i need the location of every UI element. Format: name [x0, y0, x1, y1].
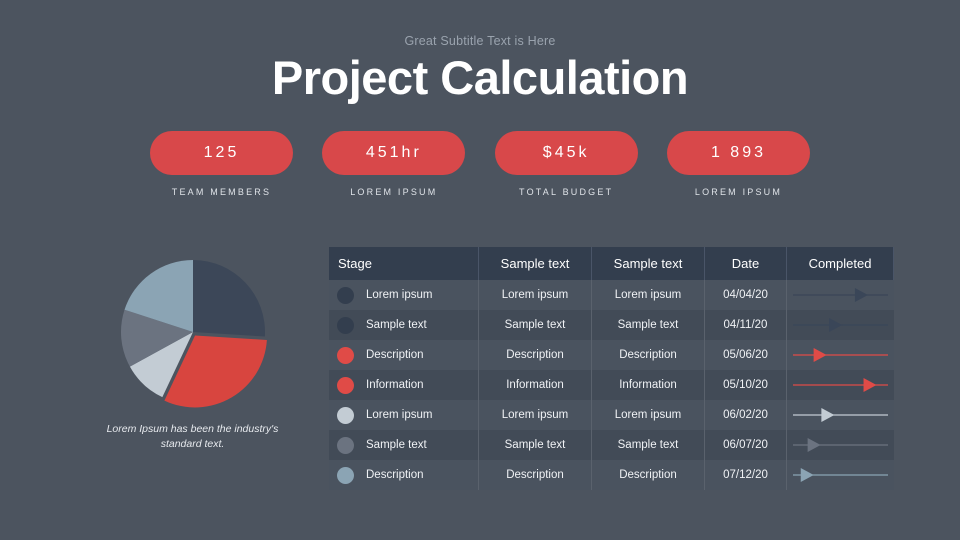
sample-text-cell-1: Lorem ipsum: [479, 400, 592, 430]
completed-cell[interactable]: [787, 340, 894, 370]
pie-caption: Lorem Ipsum has been the industry's stan…: [106, 423, 279, 451]
kpi-label: TEAM MEMBERS: [171, 187, 272, 197]
kpi-card: 451hr LOREM IPSUM: [322, 131, 466, 197]
date-cell: 04/04/20: [705, 280, 787, 310]
table-row[interactable]: Description Description Description 07/12/2…: [329, 460, 894, 490]
stage-cell: Sample text: [329, 430, 479, 460]
sample-text-cell-2: Description: [592, 460, 705, 490]
table-row[interactable]: Information Information Information 05/10/2…: [329, 370, 894, 400]
sample-text-cell-1: Description: [479, 340, 592, 370]
stage-label: Description: [366, 469, 424, 481]
status-dot: [337, 436, 354, 454]
sample-text-cell-2: Lorem ipsum: [592, 400, 705, 430]
date-cell: 05/10/20: [705, 370, 787, 400]
completed-cell[interactable]: [787, 430, 894, 460]
progress-arrow-icon: [793, 408, 888, 422]
table-row[interactable]: Lorem ipsum Lorem ipsum Lorem ipsum 04/04/2…: [329, 280, 894, 310]
stage-label: Lorem ipsum: [366, 289, 433, 301]
sample-text-cell-1: Description: [479, 460, 592, 490]
column-header[interactable]: Date: [705, 247, 787, 280]
column-header[interactable]: Stage: [329, 247, 479, 280]
column-header[interactable]: Sample text: [479, 247, 592, 280]
kpi-card: 1 893 LOREM IPSUM: [666, 131, 810, 197]
stage-cell: Lorem ipsum: [329, 400, 479, 430]
kpi-value-pill[interactable]: 1 893: [666, 131, 810, 175]
stage-cell: Description: [329, 460, 479, 490]
sample-text-cell-2: Sample text: [592, 310, 705, 340]
kpi-row: 125 TEAM MEMBERS 451hr LOREM IPSUM $45k TOTAL…: [150, 131, 810, 197]
column-header[interactable]: Completed: [787, 247, 894, 280]
stage-cell: Description: [329, 340, 479, 370]
sample-text-cell-1: Sample text: [479, 310, 592, 340]
completed-cell[interactable]: [787, 280, 894, 310]
progress-arrow-icon: [793, 288, 888, 302]
progress-arrow-icon: [793, 438, 888, 452]
status-dot: [337, 466, 354, 484]
kpi-value-pill[interactable]: $45k: [494, 131, 638, 175]
date-cell: 06/07/20: [705, 430, 787, 460]
stages-table: Stage Sample text Sample text Date Completed…: [329, 247, 894, 490]
status-dot: [337, 346, 354, 364]
stage-label: Lorem ipsum: [366, 409, 433, 421]
kpi-value-pill[interactable]: 125: [150, 131, 293, 175]
stage-cell: Information: [329, 370, 479, 400]
kpi-value-pill[interactable]: 451hr: [322, 131, 466, 175]
column-header[interactable]: Sample text: [592, 247, 705, 280]
sample-text-cell-1: Lorem ipsum: [479, 280, 592, 310]
status-dot: [337, 286, 354, 304]
date-cell: 04/11/20: [705, 310, 787, 340]
slide-root: Great Subtitle Text is Here Project Calc…: [0, 0, 960, 540]
date-cell: 07/12/20: [705, 460, 787, 490]
progress-arrow-icon: [793, 348, 888, 362]
table-header-row: Stage Sample text Sample text Date Completed: [329, 247, 894, 280]
status-dot: [337, 376, 354, 394]
pie-slice[interactable]: [192, 260, 265, 337]
table-row[interactable]: Description Description Description 05/06/2…: [329, 340, 894, 370]
sample-text-cell-2: Lorem ipsum: [592, 280, 705, 310]
sample-text-cell-2: Information: [592, 370, 705, 400]
stage-label: Sample text: [366, 439, 427, 451]
completed-cell[interactable]: [787, 460, 894, 490]
date-cell: 06/02/20: [705, 400, 787, 430]
kpi-label: TOTAL BUDGET: [519, 187, 614, 197]
page-subtitle: Great Subtitle Text is Here: [404, 34, 556, 48]
status-dot: [337, 316, 354, 334]
table-row[interactable]: Lorem ipsum Lorem ipsum Lorem ipsum 06/02/2…: [329, 400, 894, 430]
date-cell: 05/06/20: [705, 340, 787, 370]
completed-cell[interactable]: [787, 310, 894, 340]
sample-text-cell-1: Information: [479, 370, 592, 400]
completed-cell[interactable]: [787, 400, 894, 430]
kpi-card: 125 TEAM MEMBERS: [150, 131, 293, 197]
stage-label: Sample text: [366, 319, 427, 331]
progress-arrow-icon: [793, 378, 888, 392]
sample-text-cell-1: Sample text: [479, 430, 592, 460]
progress-arrow-icon: [793, 318, 888, 332]
sample-text-cell-2: Sample text: [592, 430, 705, 460]
progress-arrow-icon: [793, 468, 888, 482]
table-row[interactable]: Sample text Sample text Sample text 04/11/2…: [329, 310, 894, 340]
sample-text-cell-2: Description: [592, 340, 705, 370]
stage-cell: Sample text: [329, 310, 479, 340]
stage-cell: Lorem ipsum: [329, 280, 479, 310]
stage-label: Information: [366, 379, 424, 391]
completed-cell[interactable]: [787, 370, 894, 400]
status-dot: [337, 406, 354, 424]
pie-chart-block: Lorem Ipsum has been the industry's stan…: [100, 252, 285, 452]
kpi-label: LOREM IPSUM: [694, 187, 783, 197]
page-title: Project Calculation: [271, 51, 689, 104]
stage-label: Description: [366, 349, 424, 361]
table-body: Lorem ipsum Lorem ipsum Lorem ipsum 04/04/2…: [329, 280, 894, 490]
kpi-label: LOREM IPSUM: [350, 187, 438, 197]
kpi-card: $45k TOTAL BUDGET: [494, 131, 638, 197]
table-row[interactable]: Sample text Sample text Sample text 06/07/2…: [329, 430, 894, 460]
pie-chart: [120, 260, 267, 408]
